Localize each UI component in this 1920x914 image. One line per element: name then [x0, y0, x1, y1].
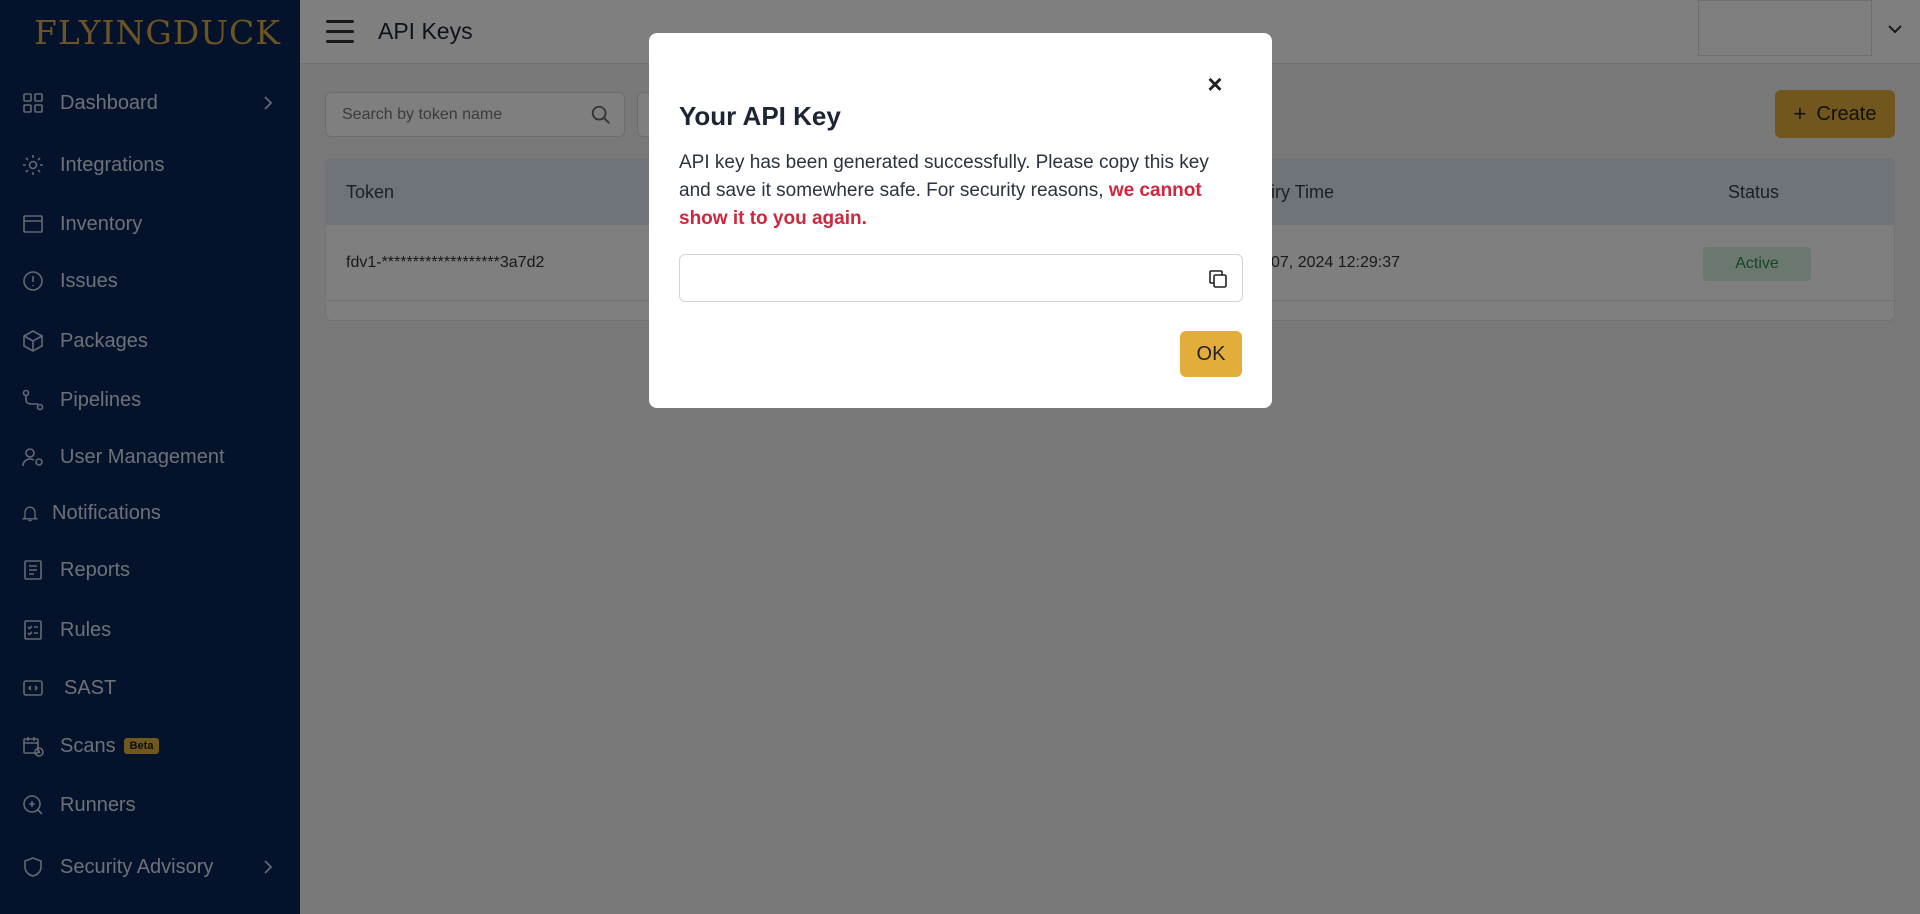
api-key-field[interactable] [679, 254, 1243, 302]
close-icon[interactable]: × [1200, 69, 1230, 99]
copy-icon[interactable] [1206, 267, 1230, 291]
dialog-title: Your API Key [679, 101, 841, 131]
ok-button[interactable]: OK [1180, 331, 1242, 377]
api-key-dialog: × Your API Key API key has been generate… [649, 33, 1272, 408]
dialog-message: API key has been generated successfully.… [679, 149, 1245, 233]
